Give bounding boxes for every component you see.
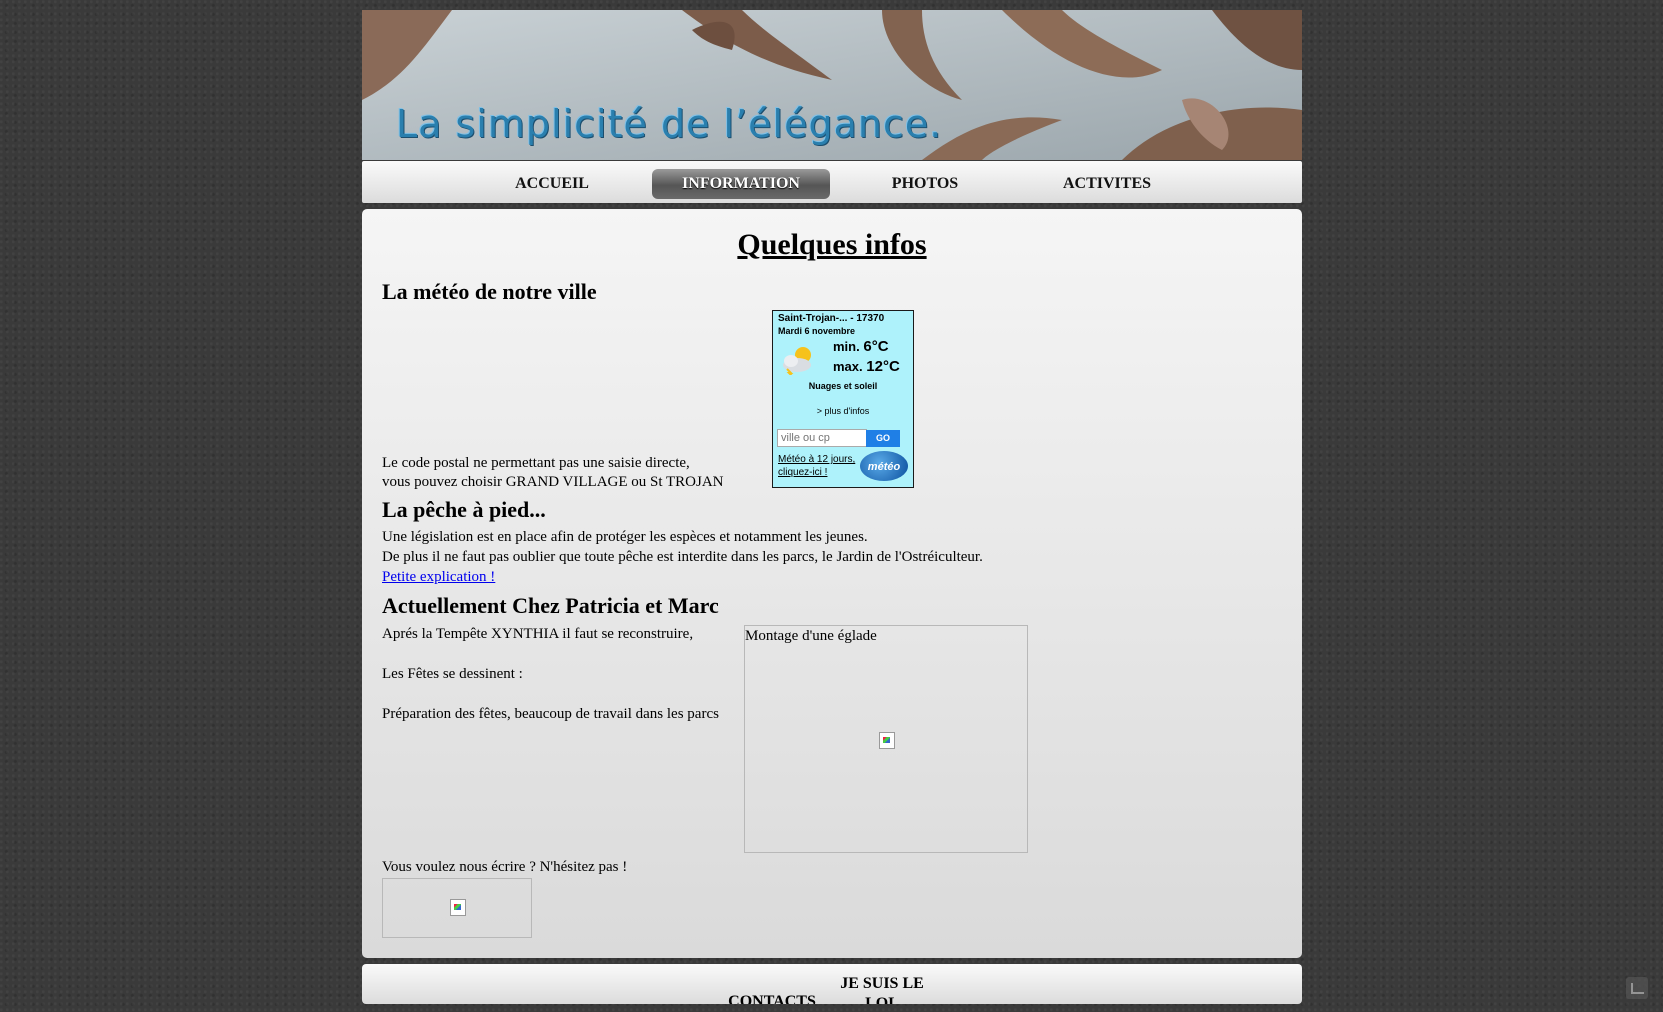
cloud-sun-icon (783, 347, 811, 375)
weather-more-link[interactable]: > plus d'infos (773, 406, 913, 416)
eglade-image-frame: Montage d'une églade (744, 625, 1028, 853)
main-nav: ACCUEIL INFORMATION PHOTOS ACTIVITES (362, 161, 1302, 203)
eglade-caption: Montage d'une églade (745, 628, 877, 644)
broken-image-icon (879, 732, 895, 749)
weather-location[interactable]: Saint-Trojan-... - 17370 (778, 313, 884, 324)
contact-line: Vous voulez nous écrire ? N'hésitez pas … (382, 859, 628, 875)
contact-image-frame[interactable] (382, 878, 532, 938)
broken-image-icon (450, 899, 466, 916)
weather-max: max. 12°C (833, 358, 900, 375)
weather-min-label: min. (833, 339, 860, 354)
nav-item-photos[interactable]: PHOTOS (850, 169, 1000, 199)
peche-heading: La pêche à pied... (382, 497, 546, 522)
footer-je-suis-line1[interactable]: JE SUIS LE (840, 975, 924, 992)
peche-line-1: Une législation est en place afin de pro… (382, 529, 868, 545)
meteo-heading: La météo de notre ville (382, 279, 597, 304)
weather-forecast-link-line1[interactable]: Météo à 12 jours, (778, 454, 855, 465)
meteo-note-2: vous pouvez choisir GRAND VILLAGE ou St … (382, 474, 724, 490)
actu-line-3: Préparation des fêtes, beaucoup de trava… (382, 706, 719, 722)
header-banner: La simplicité de l’élégance. (362, 10, 1302, 160)
page-title: Quelques infos (737, 228, 927, 261)
weather-widget: Saint-Trojan-... - 17370 Mardi 6 novembr… (772, 310, 914, 488)
weather-min: min. 6°C (833, 338, 889, 355)
footer-je-suis-line2[interactable]: LOL (865, 995, 899, 1004)
weather-max-label: max. (833, 359, 863, 374)
footer-nav: CONTACTS JE SUIS LE LOL (362, 964, 1302, 1004)
nav-item-information[interactable]: INFORMATION (652, 169, 830, 199)
weather-search-input[interactable] (777, 429, 867, 447)
main-content: Quelques infos La météo de notre ville S… (362, 209, 1302, 958)
peche-line-2: De plus il ne faut pas oublier que toute… (382, 549, 983, 565)
weather-max-value: 12°C (866, 358, 900, 375)
nav-item-accueil[interactable]: ACCUEIL (484, 169, 620, 199)
actu-heading: Actuellement Chez Patricia et Marc (382, 593, 719, 618)
weather-go-button[interactable]: GO (866, 430, 900, 447)
weather-min-value: 6°C (863, 338, 889, 355)
site-tagline: La simplicité de l’élégance. (396, 102, 943, 146)
actu-line-1: Aprés la Tempête XYNTHIA il faut se reco… (382, 626, 694, 642)
nav-item-activites[interactable]: ACTIVITES (1032, 169, 1182, 199)
footer-contacts[interactable]: CONTACTS (722, 992, 822, 1004)
weather-forecast-link-line2[interactable]: cliquez-ici ! (778, 467, 827, 478)
share-icon[interactable] (1626, 977, 1648, 999)
meteo-note-1: Le code postal ne permettant pas une sai… (382, 455, 690, 471)
footer-je-suis[interactable]: JE SUIS LE LOL (837, 974, 927, 1004)
weather-logo[interactable]: météo (860, 451, 908, 481)
weather-forecast-link[interactable]: Météo à 12 jours, cliquez-ici ! (778, 453, 855, 479)
peche-explanation-link[interactable]: Petite explication ! (382, 567, 495, 587)
weather-condition: Nuages et soleil (808, 381, 878, 391)
weather-date: Mardi 6 novembre (778, 326, 856, 336)
actu-line-2: Les Fêtes se dessinent : (382, 666, 523, 682)
